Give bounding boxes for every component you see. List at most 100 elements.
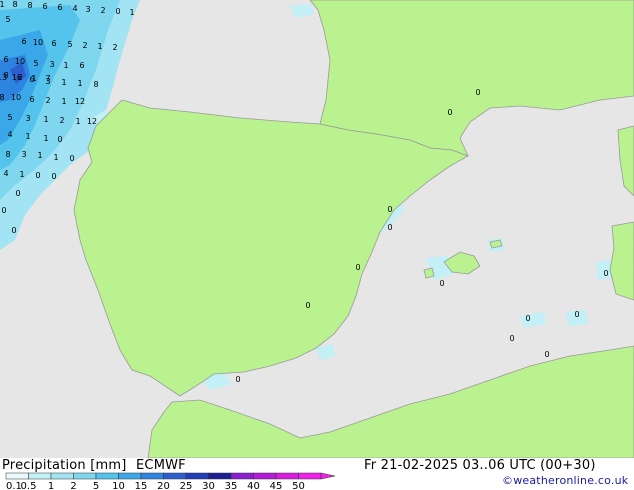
precip-value-label: 10 <box>11 93 21 102</box>
legend-valid-time: Fr 21-02-2025 03..06 UTC (00+30) <box>364 458 596 473</box>
scale-label: 2 <box>70 481 76 490</box>
precip-value-label: 10 <box>15 57 25 66</box>
precip-value-label: 0 <box>115 7 120 16</box>
precip-value-label: 4 <box>72 4 77 13</box>
precip-value-label: 6 <box>79 61 84 70</box>
scale-label: 35 <box>225 481 238 490</box>
precip-value-label: 1 <box>97 42 102 51</box>
scale-label: 30 <box>202 481 215 490</box>
scale-swatch <box>95 472 119 480</box>
precip-value-label: 2 <box>45 96 50 105</box>
scale-label: 0.1 <box>6 481 22 490</box>
scale-label: 10 <box>112 481 125 490</box>
precip-value-label: 3 <box>25 114 30 123</box>
scale-swatch <box>253 472 277 480</box>
precip-value-label: 6 <box>29 95 34 104</box>
precip-value-label: 1 <box>37 151 42 160</box>
scale-swatch <box>140 472 164 480</box>
scale-swatch <box>298 472 322 480</box>
precip-value-label: 6 <box>21 37 26 46</box>
scale-label: 45 <box>270 481 283 490</box>
precip-value-label: 8 <box>0 93 5 102</box>
precip-value-label: 6 <box>3 55 8 64</box>
precip-value-label: 0 <box>235 375 240 384</box>
scale-swatch <box>73 472 97 480</box>
scale-label: 40 <box>247 481 260 490</box>
precip-value-label: 2 <box>59 116 64 125</box>
precip-value-label: 8 <box>12 0 17 9</box>
precip-value-label: 5 <box>7 113 12 122</box>
precip-value-label: 1 <box>75 117 80 126</box>
precip-value-label: 2 <box>82 41 87 50</box>
precip-value-label: 1 <box>25 132 30 141</box>
precip-value-label: 3 <box>85 5 90 14</box>
precip-value-label: 5 <box>33 59 38 68</box>
precip-value-label: 16 <box>12 73 22 82</box>
precip-value-label: 0 <box>1 206 6 215</box>
color-scale: 0.10.5 1 2 5 10 15 20 25 30 35 40 45 50 <box>5 472 336 490</box>
precip-value-label: 0 <box>544 350 549 359</box>
precip-value-label: 0 <box>475 88 480 97</box>
precip-value-label: 1 <box>77 79 82 88</box>
scale-label: 1 <box>48 481 54 490</box>
precip-value-label: 0 <box>11 226 16 235</box>
precip-value-label: 0 <box>15 189 20 198</box>
precip-value-label: 0 <box>387 205 392 214</box>
scale-swatch <box>50 472 74 480</box>
precip-value-label: 4 <box>3 169 8 178</box>
scale-swatch <box>185 472 209 480</box>
precip-value-label: 0 <box>574 310 579 319</box>
precip-value-label: 6 <box>42 2 47 11</box>
precip-value-label: 0 <box>51 172 56 181</box>
scale-swatch <box>230 472 254 480</box>
precip-value-label: 6 <box>57 3 62 12</box>
scale-label: 5 <box>93 481 99 490</box>
precip-value-label: 3 <box>49 60 54 69</box>
precip-value-label: 0 <box>439 279 444 288</box>
precip-value-label: 0 <box>305 301 310 310</box>
precip-value-label: 6 <box>29 75 34 84</box>
precip-value-label: 5 <box>67 40 72 49</box>
precip-value-label: 0 <box>509 334 514 343</box>
precip-value-label: 1 <box>43 134 48 143</box>
scale-swatch <box>5 472 29 480</box>
precip-value-label: 5 <box>5 15 10 24</box>
precip-value-label: 4 <box>7 130 12 139</box>
precip-value-label: 0 <box>525 314 530 323</box>
scale-swatch <box>208 472 232 480</box>
credit-link[interactable]: ©weatheronline.co.uk <box>502 474 628 487</box>
legend-model: ECMWF <box>136 458 186 473</box>
precip-value-label: 1 <box>0 0 5 9</box>
precip-value-label: 12 <box>75 97 85 106</box>
precip-value-label: 1 <box>43 115 48 124</box>
precip-value-label: 3 <box>45 77 50 86</box>
precip-value-label: 1 <box>63 61 68 70</box>
precip-value-label: 2 <box>112 43 117 52</box>
precip-value-label: 6 <box>51 39 56 48</box>
precip-value-label: 1 <box>129 8 134 17</box>
legend-title: Precipitation [mm] <box>2 458 127 473</box>
precip-value-label: 0 <box>57 135 62 144</box>
precip-value-label: 8 <box>93 80 98 89</box>
precip-value-label: 8 <box>5 150 10 159</box>
precip-value-label: 0 <box>387 223 392 232</box>
scale-swatch <box>28 472 52 480</box>
scale-swatch <box>118 472 142 480</box>
precip-value-label: 10 <box>33 38 43 47</box>
precipitation-map: 1886643201561065212610531682171316631188… <box>0 0 634 458</box>
precip-value-label: 13 <box>0 73 7 82</box>
scale-label: 15 <box>135 481 148 490</box>
ibiza-land <box>423 267 435 279</box>
precip-value-label: 1 <box>19 170 24 179</box>
precip-value-label: 0 <box>69 154 74 163</box>
precip-value-label: 1 <box>61 97 66 106</box>
scale-label: 25 <box>180 481 193 490</box>
precip-value-label: 8 <box>27 1 32 10</box>
legend-bar: Precipitation [mm] ECMWF Fr 21-02-2025 0… <box>0 458 634 490</box>
precip-value-label: 2 <box>100 6 105 15</box>
precip-value-label: 1 <box>53 153 58 162</box>
precip-value-label: 0 <box>35 171 40 180</box>
precip-value-label: 3 <box>21 150 26 159</box>
precip-value-label: 0 <box>447 108 452 117</box>
precip-value-label: 1 <box>61 78 66 87</box>
